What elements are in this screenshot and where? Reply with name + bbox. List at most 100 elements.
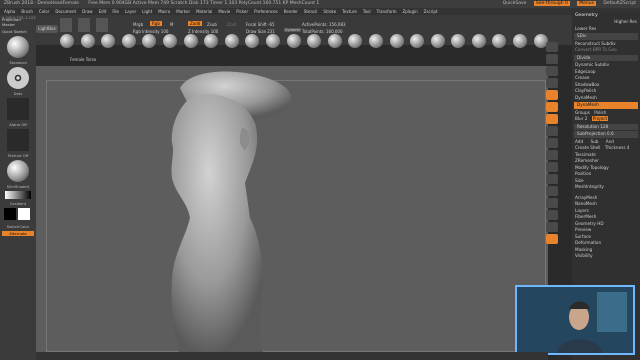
- brush-slot[interactable]: [265, 34, 280, 48]
- brush-icon[interactable]: [7, 36, 29, 58]
- lightbox-button[interactable]: LightBox: [36, 25, 58, 33]
- brush-slot[interactable]: [307, 34, 322, 48]
- menu-alpha[interactable]: Alpha: [4, 9, 15, 14]
- local-button[interactable]: [546, 114, 558, 124]
- xyz-button[interactable]: [546, 126, 558, 136]
- brush-slot[interactable]: [101, 34, 116, 48]
- alpha-icon[interactable]: [7, 98, 29, 120]
- bpr-button[interactable]: [546, 42, 558, 52]
- script-button[interactable]: DefaultZScript: [603, 1, 636, 6]
- menu-color[interactable]: Color: [39, 9, 49, 14]
- convert-bpr-button[interactable]: Convert BPR To Geo: [572, 47, 640, 54]
- dynamesh-section[interactable]: DynaMesh: [572, 95, 640, 102]
- seethrough-slider[interactable]: See-through 0: [533, 1, 570, 6]
- and-button[interactable]: And: [606, 139, 614, 144]
- secondary-color-swatch[interactable]: [18, 208, 30, 220]
- menu-stencil[interactable]: Stencil: [304, 9, 318, 14]
- brush-slot[interactable]: [60, 34, 74, 48]
- brush-slot[interactable]: [492, 34, 507, 48]
- menu-material[interactable]: Material: [196, 9, 212, 14]
- brush-slot[interactable]: [327, 34, 342, 48]
- zoom3d-button[interactable]: [546, 162, 558, 172]
- menu-stroke[interactable]: Stroke: [323, 9, 336, 14]
- menu-picker[interactable]: Picker: [236, 9, 248, 14]
- menu-marker[interactable]: Marker: [176, 9, 190, 14]
- menu-tool[interactable]: Tool: [363, 9, 371, 14]
- focal-shift-slider[interactable]: Focal Shift -65: [246, 22, 275, 27]
- brush-slot[interactable]: [204, 34, 219, 48]
- menu-layer[interactable]: Layer: [125, 9, 136, 14]
- scroll-button[interactable]: [546, 66, 558, 76]
- zcut-button[interactable]: Zcut: [227, 22, 236, 27]
- polyf-button[interactable]: [546, 186, 558, 196]
- menu-texture[interactable]: Texture: [342, 9, 357, 14]
- divide-button[interactable]: Divide: [574, 54, 638, 61]
- menus-button[interactable]: Menus: [577, 1, 596, 6]
- floor-button[interactable]: [546, 102, 558, 112]
- transp-button[interactable]: [546, 198, 558, 208]
- zsub-button[interactable]: Zsub: [207, 22, 217, 27]
- groups-button[interactable]: Groups: [575, 110, 590, 115]
- sculpt-model[interactable]: [150, 68, 320, 356]
- brush-slot[interactable]: [430, 34, 445, 48]
- subprojection-slider[interactable]: SubProjection 0.6: [574, 131, 638, 138]
- quicksave-button[interactable]: QuickSave: [503, 1, 527, 6]
- persp-button[interactable]: [546, 90, 558, 100]
- move-button[interactable]: [546, 150, 558, 160]
- material-icon[interactable]: [7, 160, 29, 182]
- draw-button[interactable]: [96, 18, 108, 32]
- dynamesh-button[interactable]: DynaMesh: [574, 102, 638, 109]
- frame-button[interactable]: [546, 138, 558, 148]
- brush-slot[interactable]: [121, 34, 136, 48]
- menu-draw[interactable]: Draw: [82, 9, 92, 14]
- xpose-button[interactable]: [546, 234, 558, 244]
- edit-button[interactable]: [78, 18, 90, 32]
- add-button[interactable]: Add: [575, 139, 583, 144]
- texture-icon[interactable]: [7, 129, 29, 151]
- menu-macro[interactable]: Macro: [158, 9, 170, 14]
- stroke-icon[interactable]: [7, 67, 29, 89]
- subpalette-visibility[interactable]: Visibility: [572, 253, 640, 260]
- menu-render[interactable]: Render: [284, 9, 298, 14]
- zadd-button[interactable]: Zadd: [188, 21, 203, 26]
- menu-file[interactable]: File: [112, 9, 119, 14]
- brush-slot[interactable]: [142, 34, 157, 48]
- polish-button[interactable]: Polish: [594, 110, 606, 115]
- brush-slot[interactable]: [389, 34, 404, 48]
- brush-slot[interactable]: [245, 34, 260, 48]
- brush-slot[interactable]: [183, 34, 198, 48]
- brush-slot[interactable]: [410, 34, 425, 48]
- geometry-header[interactable]: Geometry: [572, 12, 640, 19]
- thickness-slider[interactable]: Thickness 4: [605, 145, 630, 150]
- brush-slot[interactable]: [224, 34, 239, 48]
- menu-movie[interactable]: Movie: [218, 9, 230, 14]
- sub-button[interactable]: Sub: [590, 139, 598, 144]
- menu-zplugin[interactable]: Zplugin: [403, 9, 418, 14]
- menu-document[interactable]: Document: [55, 9, 76, 14]
- menu-preferences[interactable]: Preferences: [254, 9, 278, 14]
- menu-light[interactable]: Light: [142, 9, 152, 14]
- blur-slider[interactable]: Blur 2: [575, 116, 587, 121]
- menu-brush[interactable]: Brush: [21, 9, 33, 14]
- brush-slot[interactable]: [451, 34, 466, 48]
- mrgb-button[interactable]: Mrgb: [133, 22, 143, 27]
- rotate-button[interactable]: [546, 174, 558, 184]
- primary-color-swatch[interactable]: [4, 208, 16, 220]
- switchcolor-button[interactable]: SwitchColor: [0, 224, 36, 229]
- m-button[interactable]: M: [170, 22, 173, 27]
- spix-button[interactable]: [546, 54, 558, 64]
- sdiv-slider[interactable]: SDiv: [574, 33, 638, 40]
- zoom-button[interactable]: [546, 78, 558, 88]
- quicksketch-button[interactable]: Quick Sketch: [0, 29, 36, 34]
- brush-slot[interactable]: [368, 34, 383, 48]
- brush-slot[interactable]: [513, 34, 528, 48]
- brush-slot[interactable]: [471, 34, 486, 48]
- solo-button[interactable]: [546, 222, 558, 232]
- menu-zscript[interactable]: Zscript: [424, 9, 438, 14]
- ghost-button[interactable]: [546, 210, 558, 220]
- brush-slot[interactable]: [80, 34, 95, 48]
- rgb-button[interactable]: Rgb: [150, 21, 162, 26]
- gradient-swatch[interactable]: [5, 191, 31, 199]
- alternate-button[interactable]: Alternate: [2, 231, 34, 236]
- menu-transform[interactable]: Transform: [377, 9, 397, 14]
